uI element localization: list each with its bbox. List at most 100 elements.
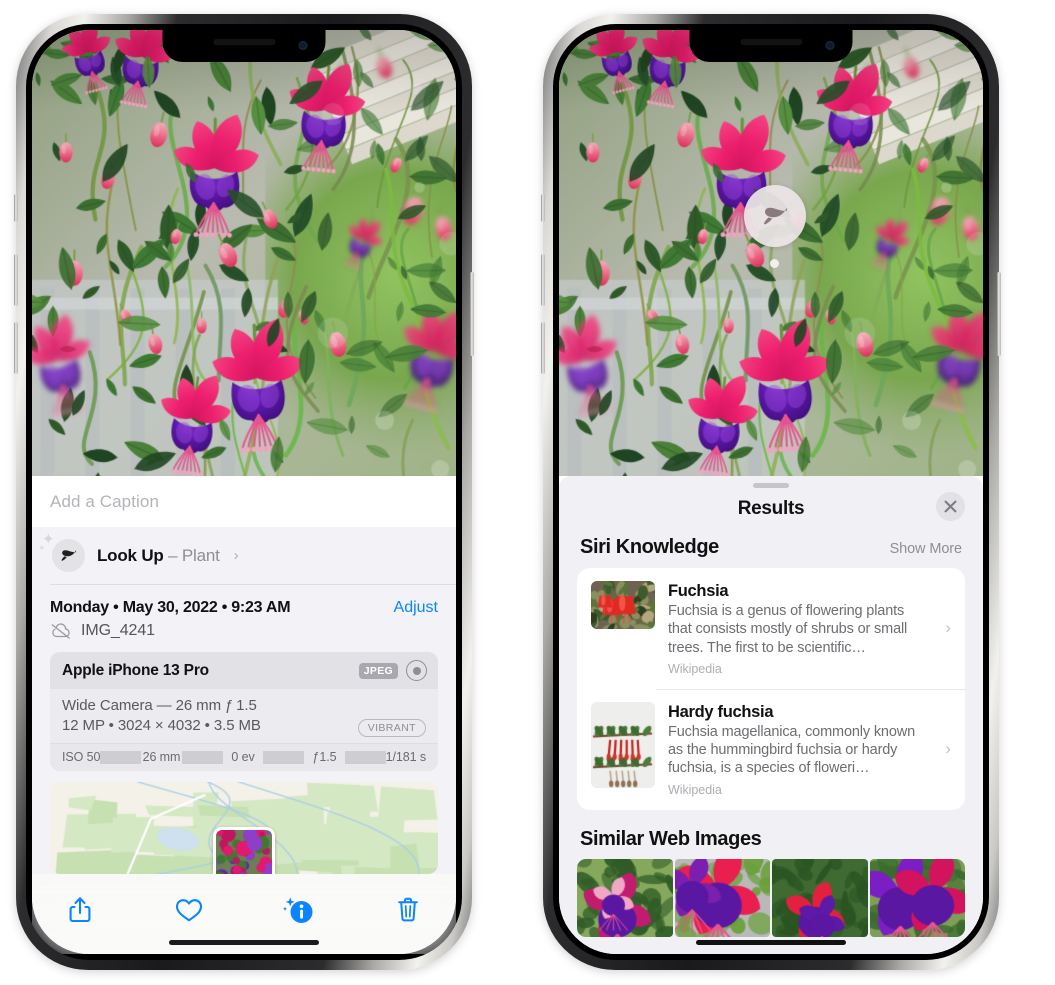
look-up-title: Look Up bbox=[97, 545, 164, 565]
silence-switch[interactable] bbox=[14, 194, 18, 222]
home-indicator-left[interactable] bbox=[169, 940, 319, 945]
results-header: Results bbox=[559, 488, 983, 534]
exif-ev: 0 ev bbox=[231, 750, 255, 764]
exif-iso: ISO 50 bbox=[62, 750, 101, 764]
adjust-button[interactable]: Adjust bbox=[394, 599, 438, 617]
show-more-button[interactable]: Show More bbox=[890, 541, 963, 557]
result-title: Fuchsia bbox=[668, 582, 729, 600]
chevron-right-icon: › bbox=[945, 618, 951, 638]
volume-down-button[interactable] bbox=[14, 322, 18, 374]
siri-knowledge-card: Fuchsia Fuchsia is a genus of flowering … bbox=[577, 568, 965, 810]
result-title: Hardy fuchsia bbox=[668, 702, 774, 721]
similar-web-images-title: Similar Web Images bbox=[580, 827, 762, 850]
left-phone-bezel: Add a Caption ✦ ✦ Look Up – Plant › Mond… bbox=[26, 24, 462, 960]
photo-viewer-left[interactable] bbox=[32, 30, 456, 476]
camera-device-name: Apple iPhone 13 Pro bbox=[62, 661, 209, 679]
camera-lens-line: Wide Camera — 26 mm ƒ 1.5 bbox=[62, 697, 257, 714]
iphone-right-device: Results Siri Knowledge Show More Fuchsia… bbox=[541, 14, 1001, 970]
delete-button[interactable] bbox=[388, 890, 428, 930]
exif-divider bbox=[100, 750, 142, 764]
list-item[interactable]: Fuchsia Fuchsia is a genus of flowering … bbox=[577, 568, 965, 689]
close-button[interactable] bbox=[936, 492, 965, 521]
camera-header-badges: JPEG bbox=[358, 660, 427, 681]
photo-date: Monday • May 30, 2022 • 9:23 AM bbox=[50, 599, 291, 616]
result-text: Hardy fuchsia Fuchsia magellanica, commo… bbox=[668, 702, 929, 797]
look-up-label: Look Up – Plant bbox=[97, 546, 220, 566]
look-up-dash: – bbox=[163, 545, 182, 565]
results-title: Results bbox=[737, 498, 805, 519]
sparkle-small-icon: ✦ bbox=[38, 543, 46, 553]
home-indicator-right[interactable] bbox=[696, 940, 846, 945]
exif-focal: 26 mm bbox=[142, 750, 181, 764]
front-camera bbox=[298, 41, 308, 50]
silence-switch[interactable] bbox=[541, 194, 545, 222]
filename-row: IMG_4241 bbox=[32, 619, 456, 652]
exif-row: ISO 50 26 mm 0 ev ƒ1.5 1/181 s bbox=[50, 743, 438, 771]
volume-down-button[interactable] bbox=[541, 322, 545, 374]
leaf-icon: ✦ ✦ bbox=[38, 532, 85, 572]
close-icon bbox=[944, 500, 957, 513]
look-up-row[interactable]: ✦ ✦ Look Up – Plant › bbox=[32, 527, 456, 585]
right-phone-screen: Results Siri Knowledge Show More Fuchsia… bbox=[559, 30, 983, 954]
caption-field-row[interactable]: Add a Caption bbox=[32, 476, 456, 527]
location-map[interactable] bbox=[50, 782, 438, 874]
caption-input[interactable]: Add a Caption bbox=[50, 492, 438, 512]
similar-image-thumbnail[interactable] bbox=[772, 858, 868, 937]
volume-up-button[interactable] bbox=[14, 254, 18, 306]
camera-card-body: Wide Camera — 26 mm ƒ 1.5 12 MP • 3024 ×… bbox=[50, 689, 438, 743]
camera-info-card[interactable]: Apple iPhone 13 Pro JPEG Wide Camera — 2… bbox=[50, 652, 438, 771]
left-phone-screen: Add a Caption ✦ ✦ Look Up – Plant › Mond… bbox=[32, 30, 456, 954]
similar-web-images-strip[interactable] bbox=[559, 858, 983, 937]
front-camera bbox=[825, 41, 835, 50]
exif-divider bbox=[263, 750, 305, 764]
result-thumbnail bbox=[591, 581, 655, 629]
volume-up-button[interactable] bbox=[541, 254, 545, 306]
device-notch-left bbox=[162, 30, 326, 62]
right-phone-bezel: Results Siri Knowledge Show More Fuchsia… bbox=[553, 24, 989, 960]
share-icon bbox=[69, 897, 91, 923]
camera-card-header: Apple iPhone 13 Pro JPEG bbox=[50, 652, 438, 689]
leaf-icon bbox=[764, 207, 787, 225]
vibrant-badge: VIBRANT bbox=[357, 719, 426, 737]
chevron-right-icon: › bbox=[233, 547, 239, 564]
trash-icon bbox=[398, 897, 418, 922]
exif-shutter: 1/181 s bbox=[385, 750, 426, 764]
photo-date-row: Monday • May 30, 2022 • 9:23 AM Adjust bbox=[32, 585, 456, 619]
favorite-button[interactable] bbox=[169, 890, 209, 930]
similar-image-thumbnail[interactable] bbox=[577, 858, 673, 937]
info-button[interactable] bbox=[279, 890, 319, 930]
exif-divider bbox=[181, 750, 223, 764]
heart-icon bbox=[176, 899, 203, 922]
iphone-left-device: Add a Caption ✦ ✦ Look Up – Plant › Mond… bbox=[14, 14, 474, 970]
lens-icon bbox=[406, 660, 427, 681]
map-photo-thumbnail[interactable] bbox=[213, 827, 275, 874]
earpiece-speaker bbox=[213, 39, 275, 45]
result-source: Wikipedia bbox=[668, 782, 722, 797]
results-sheet: Results Siri Knowledge Show More Fuchsia… bbox=[559, 476, 983, 954]
filename: IMG_4241 bbox=[81, 622, 155, 639]
result-text: Fuchsia Fuchsia is a genus of flowering … bbox=[668, 581, 929, 676]
similar-image-thumbnail[interactable] bbox=[869, 858, 965, 937]
info-sparkle-icon bbox=[282, 897, 313, 923]
siri-knowledge-title: Siri Knowledge bbox=[580, 536, 719, 558]
photo-viewer-right[interactable] bbox=[559, 30, 983, 476]
visual-look-up-pointer bbox=[770, 259, 779, 268]
visual-look-up-badge[interactable] bbox=[744, 185, 806, 247]
siri-knowledge-header: Siri Knowledge Show More bbox=[559, 534, 983, 568]
format-badge: JPEG bbox=[358, 662, 398, 679]
result-thumbnail bbox=[591, 701, 655, 788]
side-power-button[interactable] bbox=[470, 272, 474, 356]
share-button[interactable] bbox=[60, 890, 100, 930]
side-power-button[interactable] bbox=[997, 272, 1001, 356]
result-description: Fuchsia magellanica, commonly known as t… bbox=[668, 723, 915, 777]
list-item[interactable]: Hardy fuchsia Fuchsia magellanica, commo… bbox=[577, 688, 965, 810]
similar-web-images-header: Similar Web Images bbox=[559, 810, 983, 859]
exif-divider bbox=[344, 750, 386, 764]
similar-image-thumbnail[interactable] bbox=[674, 858, 770, 937]
exif-aperture: ƒ1.5 bbox=[312, 750, 337, 764]
earpiece-speaker bbox=[740, 39, 802, 45]
cloud-slash-icon bbox=[51, 622, 70, 639]
look-up-subject: Plant bbox=[181, 545, 220, 565]
result-description: Fuchsia is a genus of flowering plants t… bbox=[668, 603, 908, 656]
chevron-right-icon: › bbox=[945, 739, 951, 759]
